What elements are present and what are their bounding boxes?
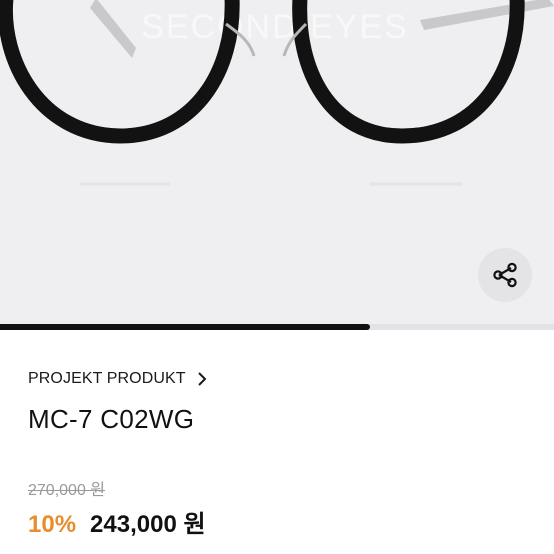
brand-name: PROJEKT PRODUKT <box>28 370 186 387</box>
price-row: 10% 243,000 원 <box>28 504 206 539</box>
share-button[interactable] <box>478 248 532 302</box>
right-temple <box>420 0 554 30</box>
chevron-right-icon <box>197 372 207 386</box>
brand-link[interactable]: PROJEKT PRODUKT <box>28 370 208 388</box>
carousel-progress-bar[interactable] <box>0 324 554 330</box>
product-name: MC-7 C02WG <box>28 404 195 434</box>
sale-price: 243,000 원 <box>90 511 206 538</box>
eyeglasses-photo: SECOND EYES <box>0 0 554 186</box>
product-image[interactable]: SECOND EYES <box>0 0 554 326</box>
share-icon <box>493 262 517 288</box>
product-detail-page: SECOND EYES PROJEKT PRODUKT MC-7 C02WG 2… <box>0 0 554 554</box>
left-temple <box>90 0 136 58</box>
original-price: 270,000 원 <box>28 482 106 499</box>
image-watermark: SECOND EYES <box>141 8 409 46</box>
discount-rate: 10% <box>28 511 77 538</box>
carousel-progress-fill <box>0 324 370 330</box>
